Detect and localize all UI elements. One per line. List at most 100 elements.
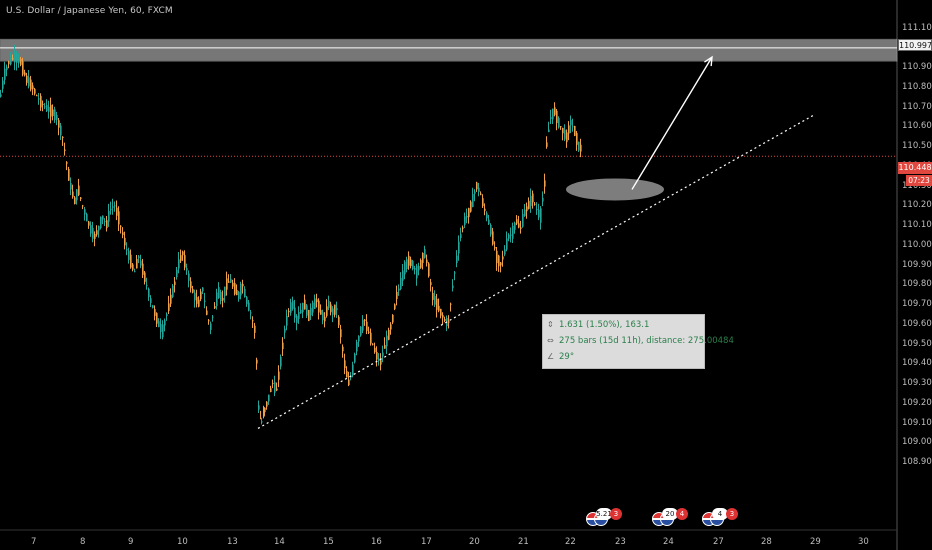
- candle-body: [142, 263, 144, 275]
- candle-body: [376, 351, 378, 360]
- candle-body: [408, 255, 410, 266]
- candle-body: [318, 300, 320, 313]
- candle-body: [506, 238, 508, 250]
- candle-body: [348, 379, 350, 386]
- candle-body: [28, 77, 30, 87]
- candle-body: [400, 277, 402, 290]
- candle-body: [438, 305, 440, 311]
- candle-body: [476, 182, 478, 190]
- symbol-title: U.S. Dollar / Japanese Yen, 60, FXCM: [6, 6, 173, 16]
- y-tick-label: 108.900: [902, 457, 932, 467]
- candle-body: [452, 285, 454, 289]
- candle-body: [422, 252, 424, 263]
- candle-body: [330, 304, 332, 313]
- resistance-zone[interactable]: [0, 38, 898, 62]
- candle-body: [560, 126, 562, 128]
- candle-body: [496, 250, 498, 264]
- x-tick-label: 13: [227, 537, 238, 547]
- candle-body: [556, 110, 558, 124]
- candle-body: [258, 405, 260, 410]
- y-tick-label: 109.300: [902, 378, 932, 388]
- candle-body: [456, 255, 458, 264]
- candle-body: [242, 283, 244, 287]
- candle-body: [68, 168, 70, 181]
- candle-body: [0, 94, 2, 97]
- candle-body: [510, 234, 512, 236]
- candle-body: [302, 302, 304, 313]
- candle-body: [210, 323, 212, 330]
- y-tick-label: 109.700: [902, 299, 932, 309]
- trendline[interactable]: [257, 113, 816, 429]
- candle-body: [88, 221, 90, 226]
- candle-body: [524, 209, 526, 217]
- candle-body: [270, 388, 272, 392]
- candle-body: [466, 215, 468, 218]
- candle-body: [396, 292, 398, 300]
- x-tick-label: 21: [518, 537, 529, 547]
- event-count: 4: [676, 508, 688, 520]
- candle-body: [440, 308, 442, 316]
- candle-body: [40, 95, 42, 108]
- candle-body: [526, 206, 528, 212]
- candle-body: [320, 309, 322, 315]
- candle-body: [338, 316, 340, 326]
- candle-body: [566, 132, 568, 143]
- y-tick-label: 110.600: [902, 121, 932, 132]
- candle-body: [322, 312, 324, 321]
- candle-body: [6, 66, 8, 71]
- measure-tooltip[interactable]: ⇕ 1.631 (1.50%), 163.1 ⇔ 275 bars (15d 11h…: [542, 314, 734, 369]
- candle-body: [20, 59, 22, 65]
- x-tick-label: 23: [615, 537, 626, 547]
- candle-body: [460, 234, 462, 238]
- candle-body: [156, 313, 158, 324]
- price-chart[interactable]: [0, 0, 932, 550]
- candle-body: [66, 162, 68, 164]
- projection-arrow[interactable]: [631, 56, 713, 190]
- candle-body: [406, 259, 408, 270]
- candle-body: [114, 205, 116, 207]
- candle-body: [550, 117, 552, 119]
- candle-body: [182, 251, 184, 256]
- target-ellipse[interactable]: [566, 178, 664, 201]
- candle-body: [70, 182, 72, 190]
- candle-body: [464, 216, 466, 225]
- candle-body: [190, 281, 192, 289]
- candle-body: [326, 306, 328, 316]
- candle-body: [568, 125, 570, 134]
- candle-body: [276, 388, 278, 391]
- measure-angle-text: 29°: [559, 352, 575, 362]
- candle-body: [312, 302, 314, 313]
- candle-body: [10, 57, 12, 65]
- candle-body: [170, 294, 172, 304]
- candle-body: [516, 219, 518, 224]
- candle-body: [104, 221, 106, 223]
- event-group[interactable]: 5.21 3: [586, 508, 626, 530]
- candle-body: [328, 300, 330, 308]
- event-group[interactable]: 43: [702, 508, 742, 530]
- candle-body: [206, 310, 208, 315]
- candle-body: [504, 249, 506, 255]
- candle-body: [110, 208, 112, 210]
- candle-body: [254, 325, 256, 333]
- candle-body: [286, 315, 288, 326]
- y-tick-label: 110.800: [902, 81, 932, 92]
- candle-body: [252, 320, 254, 322]
- candle-body: [490, 224, 492, 235]
- candle-body: [202, 287, 204, 292]
- event-group[interactable]: 20 4: [652, 508, 692, 530]
- y-tick-label: 109.600: [902, 318, 932, 329]
- event-count: 3: [610, 508, 622, 520]
- candle-body: [90, 225, 92, 234]
- candle-body: [424, 249, 426, 258]
- candle-body: [180, 255, 182, 261]
- candle-body: [388, 329, 390, 340]
- candle-body: [416, 265, 418, 279]
- y-tick-label: 109.100: [902, 417, 932, 428]
- candle-body: [542, 197, 544, 202]
- x-tick-label: 14: [274, 537, 285, 547]
- candle-body: [174, 281, 176, 285]
- candle-body: [458, 241, 460, 254]
- measure-row-price: ⇕ 1.631 (1.50%), 163.1: [547, 320, 649, 330]
- candle-body: [372, 343, 374, 345]
- candle-body: [130, 254, 132, 268]
